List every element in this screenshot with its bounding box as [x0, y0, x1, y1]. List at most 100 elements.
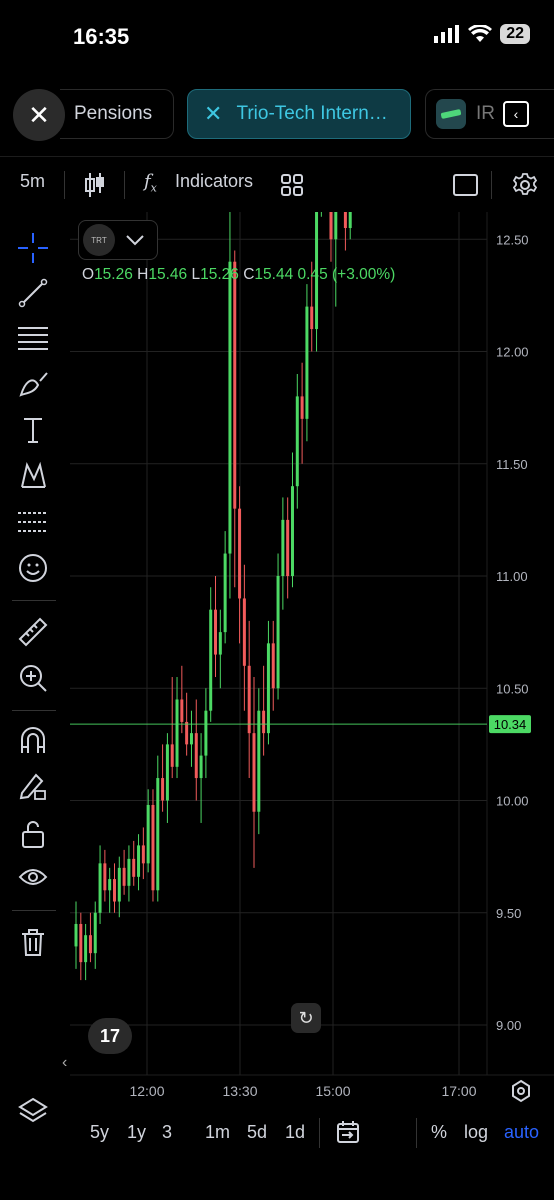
- symbol-tabs: Pensions ✕ ✕ Trio-Tech Intern… IR ‹: [0, 86, 554, 144]
- candle: [132, 840, 136, 886]
- toolbar-divider: [64, 171, 65, 199]
- tab-trio-tech-label: Trio-Tech Intern…: [236, 103, 388, 124]
- candle: [161, 744, 165, 812]
- tab-ir[interactable]: IR: [425, 89, 554, 139]
- axis-settings-icon[interactable]: [509, 1079, 533, 1103]
- range-3[interactable]: 3: [162, 1122, 172, 1143]
- y-tick-label: 11.00: [496, 569, 528, 584]
- cellular-signal-icon: [434, 25, 460, 43]
- drawing-tools-panel: [0, 212, 68, 1200]
- emoji-icon[interactable]: [15, 550, 51, 586]
- trash-icon[interactable]: [15, 924, 51, 960]
- tab-pensions[interactable]: Pensions: [60, 89, 174, 139]
- candle: [98, 845, 102, 924]
- high-label: H: [137, 266, 149, 283]
- candle: [88, 912, 92, 963]
- candle-body: [93, 912, 97, 954]
- candle: [93, 901, 97, 969]
- candle-body: [151, 804, 155, 891]
- pattern-icon[interactable]: [15, 458, 51, 494]
- range-5d[interactable]: 5d: [247, 1122, 267, 1143]
- range-1d[interactable]: 1d: [285, 1122, 305, 1143]
- candle-body: [310, 306, 314, 330]
- candle-body: [199, 755, 203, 779]
- price-chart[interactable]: 16.0015.5015.0014.5014.0013.5013.0012.50…: [0, 212, 554, 1112]
- candle: [199, 733, 203, 823]
- range-5y[interactable]: 5y: [90, 1122, 109, 1143]
- candle: [238, 486, 242, 644]
- visibility-eye-icon[interactable]: [15, 860, 51, 896]
- candle: [108, 867, 112, 913]
- candle-body: [329, 212, 333, 240]
- tab-trio-tech[interactable]: ✕ Trio-Tech Intern…: [187, 89, 411, 139]
- candle-body: [218, 632, 222, 655]
- close-label: C: [243, 266, 255, 283]
- candle: [281, 497, 285, 610]
- candles-icon[interactable]: [84, 171, 106, 199]
- candle-body: [161, 778, 165, 801]
- candle: [194, 699, 198, 801]
- goto-date-icon[interactable]: [336, 1120, 360, 1144]
- candle: [165, 733, 169, 823]
- indicators-button[interactable]: Indicators: [175, 171, 253, 192]
- ir-logo-icon: [436, 99, 466, 129]
- candle: [305, 284, 309, 442]
- status-icons: 22: [434, 24, 530, 44]
- open-value: 15.26: [94, 266, 133, 283]
- range-1y[interactable]: 1y: [127, 1122, 146, 1143]
- candle-body: [271, 643, 275, 689]
- candle: [233, 250, 237, 588]
- candle: [262, 665, 266, 756]
- y-tick-label: 11.50: [496, 457, 528, 472]
- candle: [112, 863, 116, 913]
- candle: [209, 587, 213, 722]
- unlock-icon[interactable]: [15, 816, 51, 852]
- candle-body: [305, 306, 309, 419]
- candle-body: [286, 519, 290, 576]
- candle: [348, 212, 352, 240]
- templates-icon[interactable]: [281, 174, 303, 196]
- candle-body: [141, 845, 145, 864]
- magnet-icon[interactable]: [15, 722, 51, 758]
- candle-body: [189, 733, 193, 745]
- log-toggle[interactable]: log: [464, 1122, 488, 1143]
- candle-body: [295, 396, 299, 487]
- close-icon[interactable]: ✕: [204, 101, 222, 127]
- reset-chart-icon[interactable]: ↻: [291, 1003, 321, 1033]
- candle-body: [223, 553, 227, 633]
- close-tabs-button[interactable]: ✕: [13, 89, 65, 141]
- candle-body: [170, 744, 174, 767]
- bottom-divider: [319, 1118, 320, 1148]
- scroll-left-icon[interactable]: ‹: [62, 1054, 67, 1072]
- function-icon[interactable]: fx: [144, 171, 157, 195]
- trend-line-icon[interactable]: [15, 275, 51, 311]
- candle: [286, 497, 290, 599]
- auto-toggle[interactable]: auto: [504, 1122, 539, 1143]
- candle-body: [343, 212, 347, 229]
- fullscreen-icon[interactable]: [453, 174, 478, 196]
- settings-gear-icon[interactable]: [512, 172, 538, 198]
- forecast-icon[interactable]: [15, 504, 51, 540]
- range-1m[interactable]: 1m: [205, 1122, 230, 1143]
- candle-body: [112, 879, 116, 902]
- text-icon[interactable]: [15, 412, 51, 448]
- zoom-in-icon[interactable]: [15, 660, 51, 696]
- tradingview-logo: 17: [88, 1018, 132, 1054]
- collapse-panel-icon[interactable]: ‹: [503, 101, 529, 127]
- percent-toggle[interactable]: %: [431, 1122, 447, 1143]
- candle-body: [238, 508, 242, 599]
- status-time: 16:35: [73, 24, 130, 49]
- crosshair-icon[interactable]: [15, 230, 51, 266]
- ruler-icon[interactable]: [15, 614, 51, 650]
- candle-body: [103, 863, 107, 891]
- candle: [334, 212, 338, 307]
- interval-button[interactable]: 5m: [20, 171, 45, 192]
- candle-body: [74, 923, 78, 947]
- lock-drawing-icon[interactable]: [15, 768, 51, 804]
- low-value: 15.26: [200, 266, 239, 283]
- symbol-selector[interactable]: TRT: [78, 220, 158, 260]
- candle-body: [281, 519, 285, 576]
- fib-lines-icon[interactable]: [15, 320, 51, 356]
- brush-icon[interactable]: [15, 366, 51, 402]
- candle: [343, 212, 347, 251]
